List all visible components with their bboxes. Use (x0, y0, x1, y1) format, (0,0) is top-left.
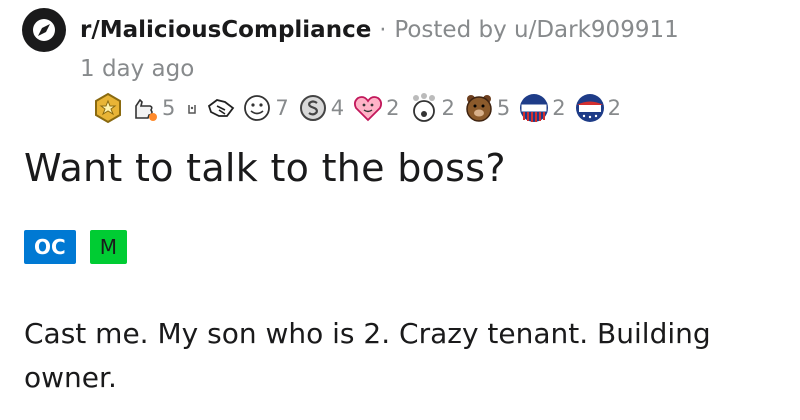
flair-m[interactable]: M (89, 230, 127, 264)
small-award-icon (188, 105, 197, 114)
subreddit-icon[interactable] (22, 8, 66, 52)
hand-shake-icon (208, 99, 235, 117)
flair-oc[interactable]: OC (24, 230, 76, 264)
award-tongue-face[interactable]: 7 (241, 92, 292, 124)
heart-face-icon (354, 96, 383, 122)
posted-by[interactable]: Posted by u/Dark909911 (394, 17, 678, 43)
award-small[interactable] (183, 99, 201, 117)
award-count: 7 (275, 96, 289, 120)
tongue-face-icon (244, 95, 271, 121)
award-silver[interactable]: 4 (297, 92, 348, 124)
header-separator: · (379, 17, 387, 43)
post-time[interactable]: 1 day ago (80, 56, 194, 82)
voted-badge-icon (520, 94, 549, 122)
award-count: 5 (162, 96, 176, 120)
award-count: 2 (552, 96, 566, 120)
post-body: Cast me. My son who is 2. Crazy tenant. … (24, 317, 711, 394)
vote-badge-icon (575, 94, 604, 122)
compass-icon (33, 19, 55, 41)
award-heart-face[interactable]: 2 (352, 92, 403, 124)
silver-coin-icon (299, 95, 326, 121)
award-voted[interactable]: 2 (518, 92, 569, 124)
subreddit-name[interactable]: r/MaliciousCompliance (80, 17, 371, 43)
gold-award-icon (95, 92, 121, 124)
award-vote[interactable]: 2 (574, 92, 625, 124)
awards-row[interactable]: 5 7 4 2 2 5 2 2 (92, 90, 629, 126)
wholesome-hand-icon (135, 98, 157, 121)
award-gold[interactable] (92, 92, 124, 124)
mind-blown-icon (412, 93, 435, 122)
flair-row: OC M (24, 230, 141, 264)
award-bear[interactable]: 5 (463, 92, 514, 124)
post-card: r/MaliciousCompliance · Posted by u/Dark… (0, 0, 800, 420)
award-wholesome[interactable]: 5 (128, 92, 179, 124)
award-count: 5 (496, 96, 511, 120)
award-mind-blown[interactable]: 2 (408, 92, 459, 124)
award-count: 2 (441, 96, 455, 120)
award-handshake[interactable] (205, 92, 237, 124)
post-title[interactable]: Want to talk to the boss? (24, 146, 506, 190)
post-header: r/MaliciousCompliance · Posted by u/Dark… (22, 8, 679, 52)
award-count: 2 (607, 96, 621, 120)
bear-icon (466, 95, 492, 122)
award-count: 4 (330, 96, 345, 120)
award-count: 2 (386, 96, 400, 120)
